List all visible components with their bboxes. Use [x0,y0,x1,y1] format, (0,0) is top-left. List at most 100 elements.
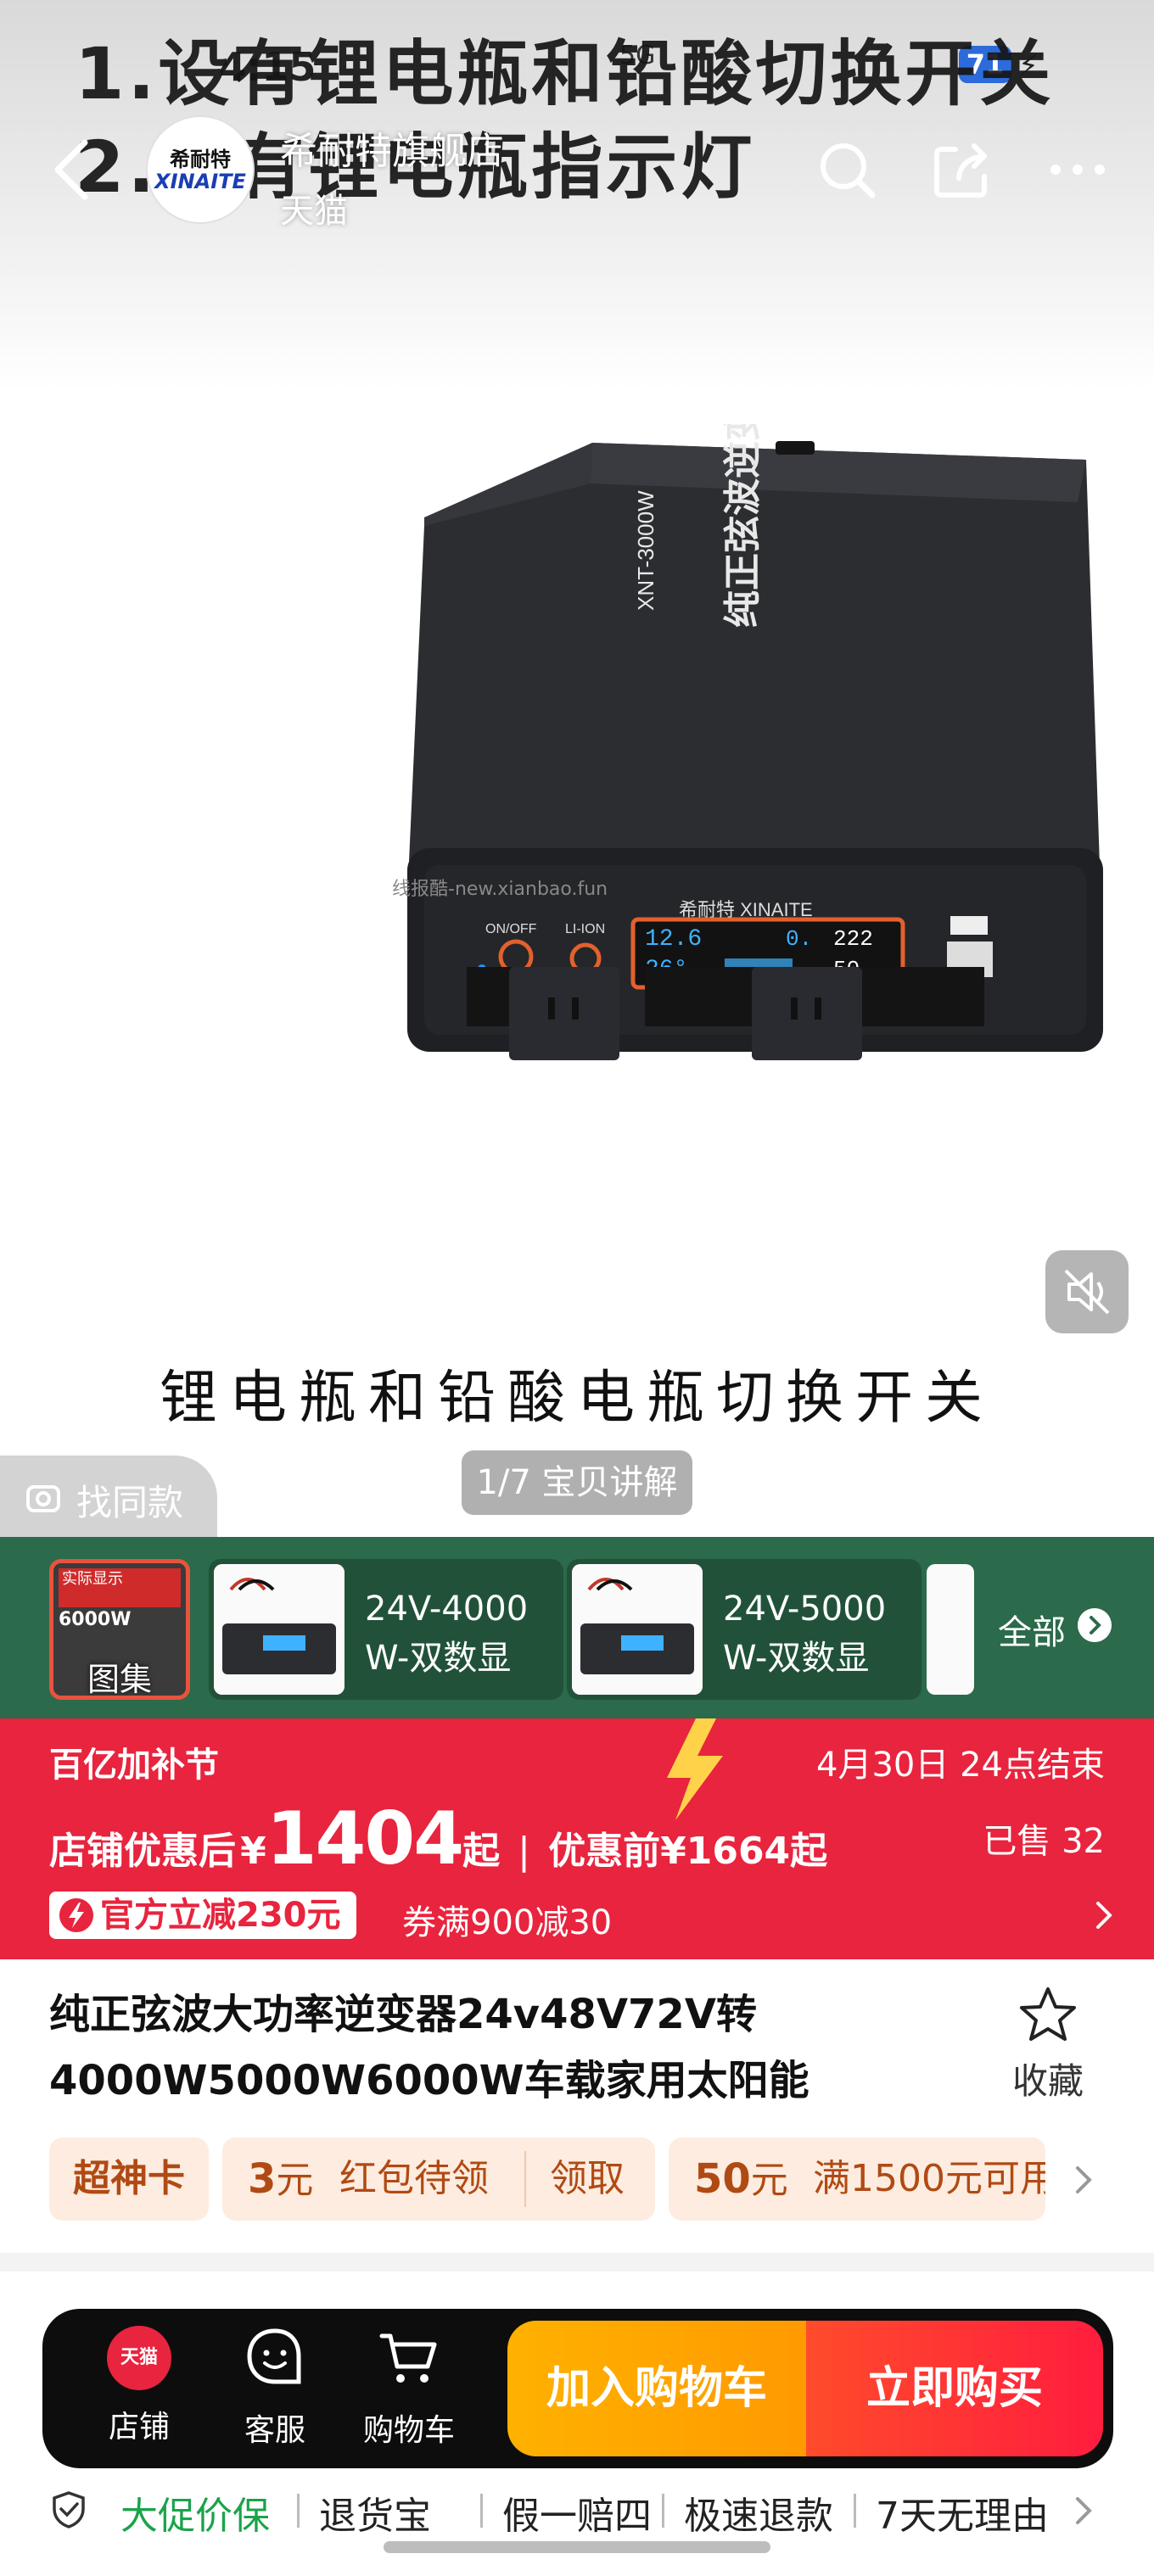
watermark: 线报酷-new.xianbao.fun [392,879,608,900]
svg-text:0.: 0. [786,926,812,952]
find-same-button[interactable]: 找同款 [0,1456,217,1537]
product-title: 纯正弦波大功率逆变器24v48V72V转4000W5000W6000W车载家用太… [49,1991,809,2104]
price-value: 1404 [266,1796,464,1881]
super-card-badge[interactable]: 超神卡 [49,2137,209,2221]
official-discount-label: 官方立减230元 [100,1896,341,1935]
shop-platform: 天猫 [280,192,348,231]
variant-label-line2: W-双数显 [365,1639,512,1678]
section-divider [0,2253,1154,2271]
search-icon[interactable] [811,134,882,205]
tmall-badge-icon: 天猫 [107,2326,171,2390]
home-indicator[interactable] [384,2541,770,2553]
svg-text:纯正弦波逆变器: 纯正弦波逆变器 [722,424,764,628]
shop-logo-cn: 希耐特 [170,148,231,171]
guarantee-item: 大促价保 [120,2495,270,2536]
camera-icon [26,1485,60,1512]
coupon-divider [524,2151,526,2207]
coupon-amount-unit: 元 [276,2159,314,2202]
shop-button[interactable]: 天猫 店铺 [88,2326,190,2446]
sold-count: 已售 32 [983,1822,1105,1861]
customer-service-button[interactable]: 客服 [224,2326,326,2450]
chevron-right-icon[interactable] [1086,1898,1120,1932]
shop-name[interactable]: 希耐特旗舰店 [280,120,504,175]
cart-button[interactable]: 购物车 [358,2326,460,2450]
guarantee-row[interactable]: 大促价保 退货宝 假一赔四 极速退款 7天无理由 [49,2485,1110,2536]
variant-card[interactable]: 24V-5000 W-双数显 [567,1559,922,1700]
svg-text:12.6: 12.6 [645,926,702,953]
svg-text:ON/OFF: ON/OFF [485,922,537,936]
variant-thumb [214,1564,345,1695]
variant-card[interactable]: 24V-4000 W-双数显 [209,1559,563,1700]
back-arrow-icon[interactable] [48,136,98,204]
coupon-amount-value: 3 [248,2155,277,2203]
svg-text:XNT-3000W: XNT-3000W [633,490,658,611]
price-row: 店铺优惠后 ¥1404起 | 优惠前¥1664起 [49,1796,828,1881]
variant-label-line1: 24V-5000 [723,1590,887,1629]
shop-avatar[interactable]: 希耐特 XINAITE [146,115,255,224]
guarantee-item: 退货宝 [319,2495,431,2536]
variant-label-line1: 24V-4000 [365,1590,529,1629]
guarantee-item: 7天无理由 [876,2495,1049,2536]
coupon-text: 券满900减30 [402,1903,613,1942]
service-label: 客服 [244,2413,305,2448]
variant-label: 24V-4000 W-双数显 [365,1584,528,1683]
coupon-text: 红包待领 [339,2157,489,2200]
find-same-label: 找同款 [76,1482,184,1523]
chevron-right-icon[interactable] [1071,2492,1096,2529]
svg-text:希耐特 XINAITE: 希耐特 XINAITE [679,899,813,920]
coupon-amount-unit: 元 [750,2159,788,2202]
bolt-icon [59,1898,93,1932]
gallery-strip: 实际显示 6000W 图集 24V-4000 W-双数显 24V-5000 W-… [0,1537,1154,1718]
price-qi: 起 [462,1830,501,1873]
price-after-label: 店铺优惠后 [49,1830,236,1873]
shop-logo-en: XINAITE [154,170,246,193]
coupon-text: 满1500元可用 [813,2157,1045,2200]
buy-now-button[interactable]: 立即购买 [806,2321,1103,2456]
overlay-text-line-1: 1.设有锂电瓶和铅酸切换开关 [75,32,1055,115]
promo-banner[interactable]: 百亿加补节 4月30日 24点结束 店铺优惠后 ¥1404起 | 优惠前¥166… [0,1718,1154,1959]
guarantee-item: 假一赔四 [502,2495,652,2536]
coupon-threshold[interactable]: 50元 满1500元可用 [669,2137,1045,2221]
guarantee-divider [854,2494,856,2528]
festival-label: 百亿加补节 [49,1746,219,1785]
coupon-red-packet[interactable]: 3元 红包待领 领取 [222,2137,655,2221]
gallery-main-thumb[interactable]: 实际显示 6000W 图集 [49,1559,190,1700]
more-icon[interactable] [1042,134,1113,205]
media-caption: 锂电瓶和铅酸电瓶切换开关 [159,1365,994,1432]
favorite-button[interactable]: 收藏 [1001,1985,1095,2104]
chevron-right-icon[interactable] [1078,1608,1112,1642]
mute-icon[interactable] [1045,1250,1129,1333]
coupon-amount: 50元 [694,2137,788,2221]
shield-check-icon [53,2491,85,2529]
gallery-label: 图集 [87,1661,152,1698]
coupon-amount-value: 50 [694,2155,751,2203]
guarantee-divider [297,2494,300,2528]
price-currency: ¥ [240,1830,266,1873]
official-discount-tag: 官方立减230元 [49,1891,356,1939]
variant-label-line2: W-双数显 [723,1639,870,1678]
share-icon[interactable] [927,134,998,205]
thumb-overlay-value: 6000W [59,1609,132,1630]
gallery-all-button[interactable]: 全部 [998,1605,1066,1654]
explain-counter[interactable]: 1/7 宝贝讲解 [462,1450,692,1515]
thumb-overlay-top: 实际显示 [59,1568,181,1607]
variant-thumb [572,1564,703,1695]
add-to-cart-button[interactable]: 加入购物车 [507,2321,806,2456]
chevron-right-icon[interactable] [1066,2161,1100,2199]
price-separator: | [518,1830,530,1873]
coupon-claim-button[interactable]: 领取 [550,2137,625,2221]
shopping-cart-icon [379,2333,437,2383]
product-media[interactable]: 4:15 5G 71 ⚡ 1.设有锂电瓶和铅酸切换开关 2.设有锂电瓶指示灯 希… [0,0,1154,1537]
price-before: 优惠前¥1664起 [548,1830,828,1873]
svg-text:222: 222 [833,926,873,952]
guarantee-divider [480,2494,483,2528]
favorite-label: 收藏 [1011,2060,1084,2102]
guarantee-item: 极速退款 [684,2495,833,2536]
chat-face-icon [247,2328,301,2384]
promo-end-time: 4月30日 24点结束 [816,1746,1105,1785]
cart-label: 购物车 [362,2413,455,2448]
shop-label: 店铺 [108,2410,170,2445]
guarantee-divider [662,2494,664,2528]
variant-thumb-partial[interactable] [927,1564,974,1695]
coupon-amount: 3元 [248,2137,313,2221]
